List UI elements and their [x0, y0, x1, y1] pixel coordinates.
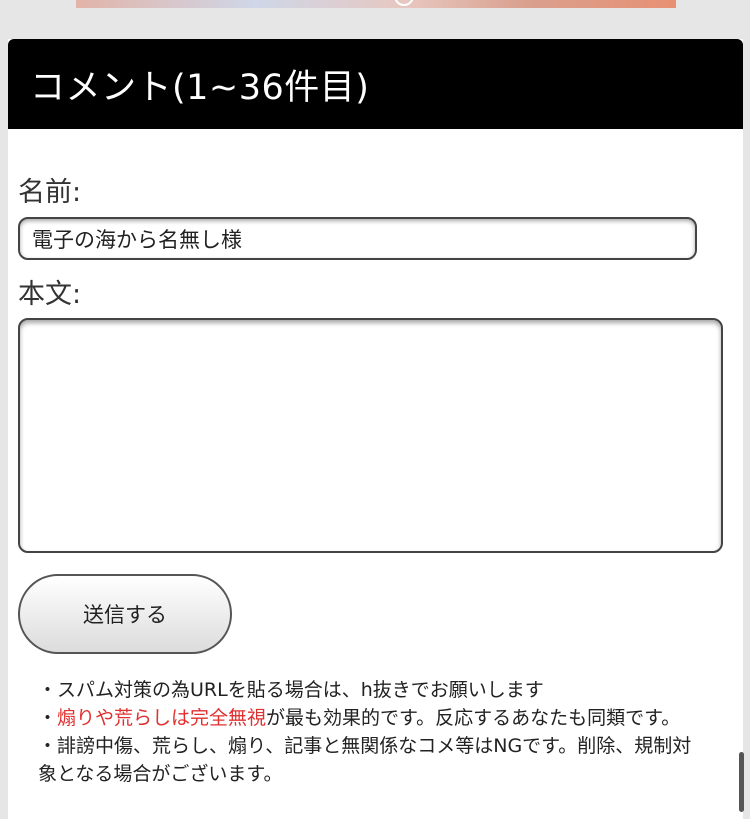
posting-notes: ・スパム対策の為URLを貼る場合は、h抜きでお願いします ・煽りや荒らしは完全無…	[38, 676, 698, 788]
body-textarea[interactable]	[18, 318, 723, 553]
comment-panel: コメント(1~36件目) 名前: 電子の海から名無し様 本文: 送信する ・スパ…	[8, 39, 743, 819]
top-banner-image[interactable]	[76, 0, 676, 8]
note-warning-highlight: 煽りや荒らしは完全無視	[57, 707, 267, 729]
scrollbar[interactable]	[739, 752, 744, 812]
note-trolls-rest: が最も効果的です。反応するあなたも同類です。	[266, 707, 681, 729]
comment-header: コメント(1~36件目)	[8, 39, 743, 129]
name-label: 名前:	[18, 177, 82, 208]
name-input[interactable]: 電子の海から名無し様	[18, 217, 697, 260]
submit-button[interactable]: 送信する	[18, 574, 232, 654]
comment-title: コメント(1~36件目)	[30, 67, 370, 108]
note-trolls: ・煽りや荒らしは完全無視が最も効果的です。反応するあなたも同類です。	[38, 704, 698, 732]
note-spam: ・スパム対策の為URLを貼る場合は、h抜きでお願いします	[38, 679, 544, 701]
banner-indicator-icon	[394, 0, 414, 6]
note-prohibited: ・誹謗中傷、荒らし、煽り、記事と無関係なコメ等はNGです。削除、規制対象となる場…	[38, 735, 692, 785]
note-bullet: ・	[38, 707, 58, 729]
body-label: 本文:	[18, 279, 82, 310]
